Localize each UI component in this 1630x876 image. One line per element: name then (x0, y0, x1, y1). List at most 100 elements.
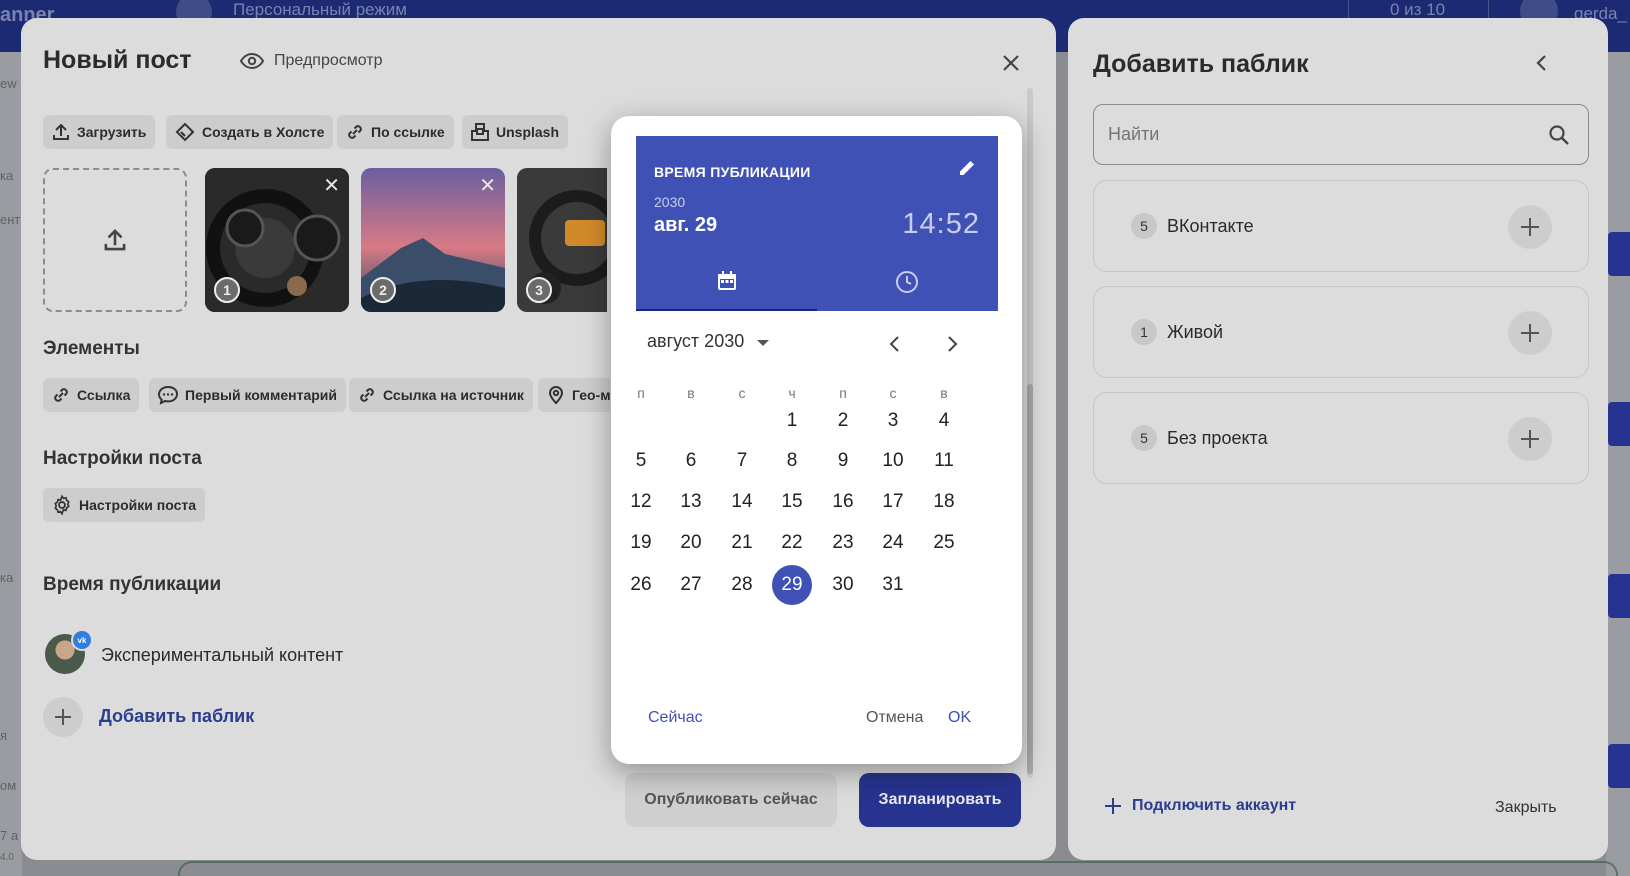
clock-icon[interactable] (895, 270, 919, 294)
schedule-button[interactable]: Запланировать (859, 773, 1021, 827)
calendar-day[interactable]: 24 (873, 523, 913, 563)
calendar-day[interactable]: 11 (924, 441, 964, 481)
connect-account-button[interactable]: Подключить аккаунт (1104, 797, 1296, 815)
add-public-link[interactable]: Добавить паблик (99, 706, 254, 727)
chevron-left-icon[interactable] (888, 335, 900, 353)
link-element-button[interactable]: Ссылка (43, 378, 140, 412)
search-icon[interactable] (1548, 124, 1570, 146)
calendar-day[interactable]: 5 (621, 441, 661, 481)
calendar-day[interactable]: 15 (772, 482, 812, 522)
calendar-day[interactable]: 18 (924, 482, 964, 522)
first-comment-label: Первый комментарий (185, 387, 338, 403)
search-input[interactable] (1108, 119, 1528, 149)
publish-now-button[interactable]: Опубликовать сейчас (625, 773, 837, 827)
public-group-item[interactable]: 5 ВКонтакте (1093, 180, 1589, 272)
canvas-icon (175, 122, 195, 142)
geo-mark-label: Гео-м (572, 387, 610, 403)
add-public-icon-button[interactable] (43, 697, 83, 737)
month-year-label: август 2030 (647, 331, 745, 351)
ok-button[interactable]: OK (948, 709, 971, 727)
calendar-day[interactable]: 2 (823, 401, 863, 441)
geo-mark-button[interactable]: Гео-м (538, 378, 610, 412)
link-icon (54, 388, 68, 402)
calendar-day[interactable]: 31 (873, 565, 913, 605)
source-link-label: Ссылка на источник (383, 387, 524, 403)
unsplash-button[interactable]: Unsplash (462, 115, 569, 149)
chevron-left-icon[interactable] (1535, 54, 1547, 72)
calendar-day[interactable]: 20 (671, 523, 711, 563)
calendar-day[interactable]: 28 (722, 565, 762, 605)
app-right-edge (1606, 52, 1630, 876)
public-group-name: Живой (1167, 322, 1224, 342)
by-link-button[interactable]: По ссылке (337, 115, 454, 149)
picker-time[interactable]: 14:52 (902, 208, 980, 241)
public-group-item[interactable]: 5 Без проекта (1093, 392, 1589, 484)
remove-media-icon[interactable]: ✕ (323, 176, 340, 196)
plus-icon (1521, 430, 1539, 448)
public-group-name: Без проекта (1167, 428, 1268, 448)
add-group-button[interactable] (1508, 311, 1552, 355)
media-thumbnail[interactable]: 3 (517, 168, 607, 312)
search-field[interactable] (1093, 104, 1589, 165)
calendar-day[interactable]: 22 (772, 523, 812, 563)
link-element-label: Ссылка (77, 387, 131, 403)
media-number-badge: 3 (526, 277, 552, 303)
post-settings-button[interactable]: Настройки поста (43, 488, 206, 522)
public-group-item[interactable]: 1 Живой (1093, 286, 1589, 378)
media-thumbnail[interactable]: 1 ✕ (205, 168, 349, 312)
picker-year[interactable]: 2030 (654, 194, 685, 210)
topbar-divider (1488, 0, 1489, 18)
month-year-selector[interactable]: август 2030 (647, 331, 770, 352)
plus-icon (55, 709, 71, 725)
pencil-icon[interactable] (958, 159, 976, 177)
calendar-day[interactable]: 4 (924, 401, 964, 441)
now-button[interactable]: Сейчас (648, 709, 703, 727)
close-icon[interactable] (1002, 54, 1020, 72)
calendar-day[interactable]: 14 (722, 482, 762, 522)
close-panel-button[interactable]: Закрыть (1495, 799, 1557, 817)
calendar-day[interactable]: 16 (823, 482, 863, 522)
sidebar-fragment: ew (0, 76, 17, 91)
calendar-day[interactable]: 10 (873, 441, 913, 481)
calendar-day[interactable]: 13 (671, 482, 711, 522)
calendar-day[interactable]: 25 (924, 523, 964, 563)
dropdown-arrow-icon (757, 340, 770, 346)
calendar-day[interactable]: 8 (772, 441, 812, 481)
calendar-day-selected[interactable]: 29 (772, 565, 812, 605)
calendar-day[interactable]: 21 (722, 523, 762, 563)
calendar-day[interactable]: 9 (823, 441, 863, 481)
remove-media-icon[interactable]: ✕ (479, 176, 496, 196)
calendar-icon[interactable] (716, 270, 738, 292)
calendar-day[interactable]: 19 (621, 523, 661, 563)
add-group-button[interactable] (1508, 205, 1552, 249)
calendar-day[interactable]: 17 (873, 482, 913, 522)
add-public-title: Добавить паблик (1093, 50, 1309, 78)
post-panel-scrollbar[interactable] (1027, 88, 1033, 778)
upload-dropzone[interactable] (43, 168, 187, 312)
calendar-day[interactable]: 23 (823, 523, 863, 563)
calendar-day[interactable]: 30 (823, 565, 863, 605)
first-comment-button[interactable]: Первый комментарий (149, 378, 347, 412)
calendar-day[interactable]: 27 (671, 565, 711, 605)
add-group-button[interactable] (1508, 417, 1552, 461)
calendar-day[interactable]: 12 (621, 482, 661, 522)
calendar-day[interactable]: 26 (621, 565, 661, 605)
media-number-badge: 2 (370, 277, 396, 303)
weekday-label: п (637, 385, 645, 401)
sidebar-fragment: ент (0, 212, 21, 227)
create-in-canvas-button[interactable]: Создать в Холсте (166, 115, 334, 149)
publication-time-title: Время публикации (43, 574, 222, 595)
cancel-button[interactable]: Отмена (866, 709, 923, 727)
calendar-day[interactable]: 1 (772, 401, 812, 441)
source-link-button[interactable]: Ссылка на источник (349, 378, 533, 412)
calendar-day[interactable]: 3 (873, 401, 913, 441)
calendar-day[interactable]: 6 (671, 441, 711, 481)
calendar-day[interactable]: 7 (722, 441, 762, 481)
scrollbar-thumb[interactable] (1027, 384, 1033, 774)
picker-date[interactable]: авг. 29 (654, 214, 717, 237)
chevron-right-icon[interactable] (947, 335, 959, 353)
media-thumbnail[interactable]: 2 ✕ (361, 168, 505, 312)
upload-button[interactable]: Загрузить (43, 115, 156, 149)
picker-header-label: ВРЕМЯ ПУБЛИКАЦИИ (654, 164, 811, 180)
preview-button[interactable]: Предпросмотр (240, 52, 383, 70)
